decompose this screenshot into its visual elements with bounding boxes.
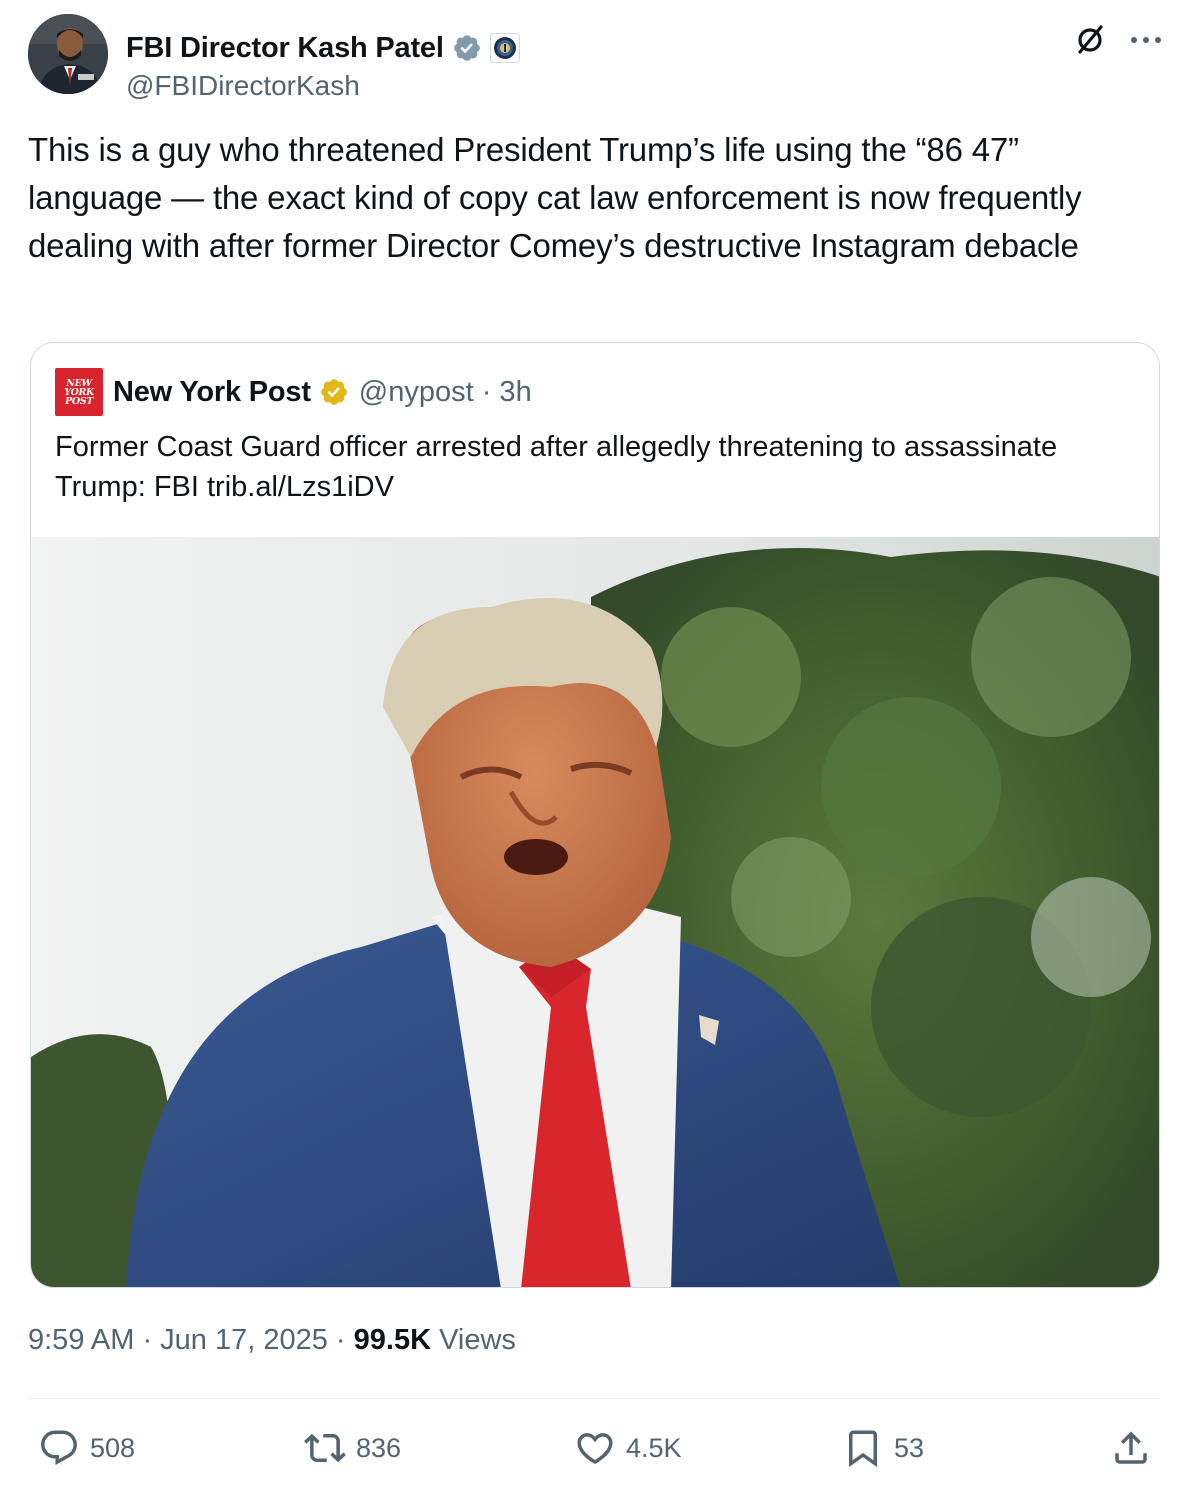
reply-button[interactable]: 508 (38, 1422, 135, 1474)
like-count: 4.5K (626, 1432, 682, 1463)
logo-line-post: POST (65, 395, 93, 407)
repost-button[interactable]: 836 (304, 1422, 401, 1474)
grok-icon[interactable] (1070, 20, 1110, 60)
tweet-header: FBI Director Kash Patel @FBIDirectorKash (28, 14, 1168, 101)
bookmark-button[interactable]: 53 (842, 1422, 924, 1474)
repost-count: 836 (356, 1432, 402, 1463)
share-icon (1115, 1431, 1147, 1464)
reply-icon (41, 1430, 77, 1465)
share-button[interactable] (1110, 1422, 1152, 1474)
gold-verified-badge-icon[interactable] (319, 377, 349, 407)
repost-icon (304, 1433, 346, 1463)
author-avatar[interactable] (28, 14, 108, 94)
quoted-tweet-card[interactable]: NEW YORK POST New York Post @nypost · 3h… (30, 342, 1160, 1288)
action-bar: 508 836 4.5K 53 (0, 1422, 1194, 1474)
quoted-tweet-text: Former Coast Guard officer arrested afte… (55, 431, 1058, 503)
verified-badge-icon[interactable] (452, 33, 482, 63)
reply-count: 508 (90, 1432, 136, 1463)
quoted-handle-time[interactable]: @nypost · 3h (359, 376, 532, 409)
bookmark-icon (849, 1430, 877, 1468)
new-york-post-logo[interactable]: NEW YORK POST (55, 368, 103, 416)
views-count: 99.5K (353, 1324, 432, 1356)
tweet-text: This is a guy who threatened President T… (28, 131, 1082, 264)
tweet-time-date[interactable]: 9:59 AM · Jun 17, 2025 · (28, 1324, 354, 1356)
views-label: Views (431, 1324, 516, 1356)
tweet-timestamp-views: 9:59 AM · Jun 17, 2025 · 99.5K Views (28, 1324, 516, 1357)
quoted-photo[interactable] (31, 537, 1159, 1287)
author-display-name[interactable]: FBI Director Kash Patel (126, 32, 444, 65)
like-button[interactable]: 4.5K (574, 1422, 682, 1474)
divider (28, 1398, 1160, 1399)
author-handle[interactable]: @FBIDirectorKash (126, 70, 360, 102)
more-options-icon[interactable] (1124, 20, 1168, 60)
heart-icon (577, 1433, 613, 1465)
bookmark-count: 53 (894, 1432, 925, 1463)
quoted-display-name[interactable]: New York Post (113, 376, 311, 409)
fbi-seal-icon[interactable] (489, 33, 520, 63)
